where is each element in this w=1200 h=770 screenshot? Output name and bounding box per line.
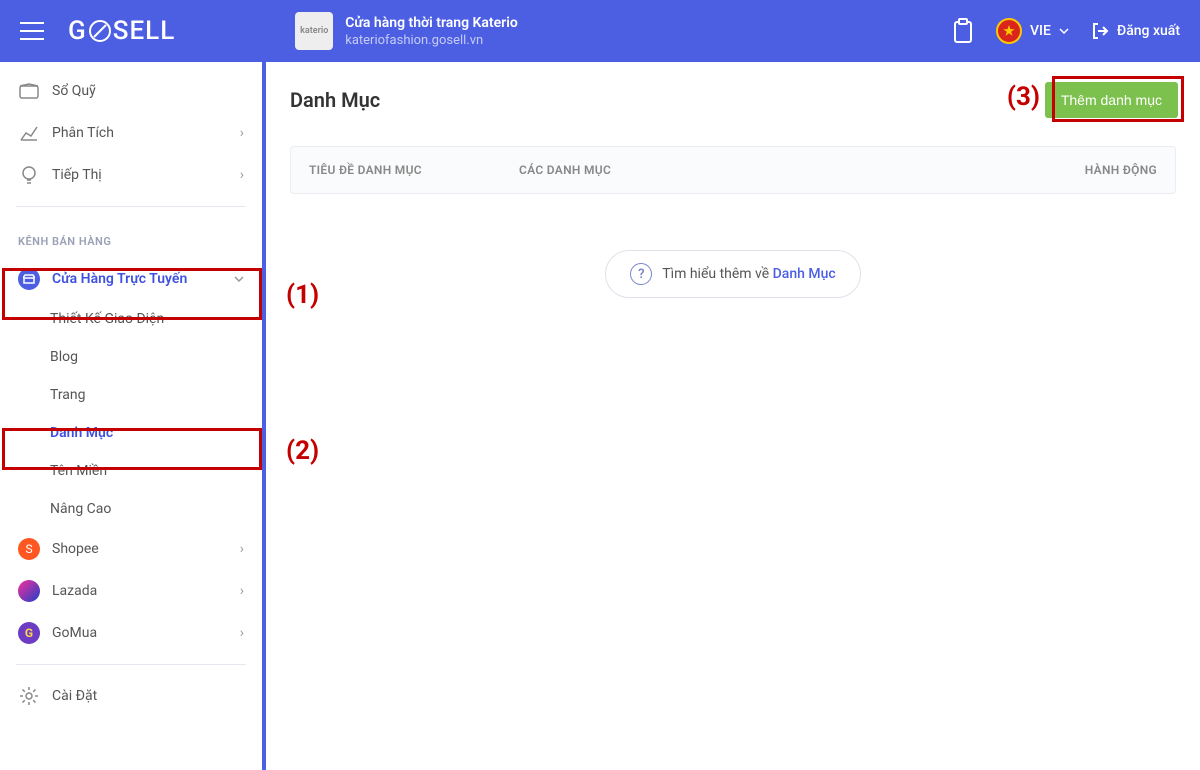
sidebar-sub-trang[interactable]: Trang — [0, 376, 262, 414]
sidebar-item-tiep-thi[interactable]: Tiếp Thị › — [0, 154, 262, 196]
annotation-label-2: (2) — [286, 436, 319, 466]
sidebar-item-label: Shopee — [52, 541, 99, 557]
chevron-down-icon — [234, 276, 244, 282]
chevron-right-icon: › — [240, 625, 244, 641]
analytics-icon — [18, 122, 40, 144]
page-title: Danh Mục — [290, 88, 1176, 112]
sidebar-sub-nang-cao[interactable]: Nâng Cao — [0, 490, 262, 528]
store-thumb-icon: katerio — [295, 12, 333, 50]
store-icon — [18, 268, 40, 290]
logout-button[interactable]: Đăng xuất — [1091, 22, 1180, 40]
flag-vn-icon — [996, 18, 1022, 44]
sidebar-item-shopee[interactable]: S Shopee › — [0, 528, 262, 570]
sidebar-item-label: Tiếp Thị — [52, 167, 102, 183]
gomua-icon: G — [18, 622, 40, 644]
language-selector[interactable]: VIE — [996, 18, 1069, 44]
clipboard-icon[interactable] — [952, 18, 974, 44]
sidebar-item-so-quy[interactable]: Sổ Quỹ — [0, 70, 262, 112]
divider — [16, 664, 246, 665]
gear-icon — [18, 685, 40, 707]
sidebar-item-phan-tich[interactable]: Phân Tích › — [0, 112, 262, 154]
sidebar-item-online-store[interactable]: Cửa Hàng Trực Tuyến — [0, 258, 262, 300]
store-info[interactable]: katerio Cửa hàng thời trang Katerio kate… — [295, 12, 518, 50]
lazada-icon — [18, 580, 40, 602]
sidebar-item-label: GoMua — [52, 625, 97, 641]
sidebar-item-label: Sổ Quỹ — [52, 83, 96, 99]
chevron-right-icon: › — [240, 583, 244, 599]
bulb-icon — [18, 164, 40, 186]
learn-more-prefix: Tìm hiểu thêm về — [662, 266, 772, 282]
chevron-right-icon: › — [240, 167, 244, 183]
learn-more-target: Danh Mục — [773, 266, 836, 282]
chevron-right-icon: › — [240, 541, 244, 557]
logout-label: Đăng xuất — [1117, 23, 1180, 39]
sidebar-sub-ten-mien[interactable]: Tên Miền — [0, 452, 262, 490]
sidebar-item-lazada[interactable]: Lazada › — [0, 570, 262, 612]
main-content: Danh Mục Thêm danh mục (3) (1) (2) TIÊU … — [266, 62, 1200, 770]
divider — [16, 206, 246, 207]
wallet-icon — [18, 80, 40, 102]
lang-label: VIE — [1030, 23, 1051, 39]
annotation-label-1: (1) — [286, 280, 319, 310]
annotation-label-3: (3) — [1007, 82, 1040, 112]
help-icon: ? — [630, 263, 652, 285]
sidebar-sub-danh-muc[interactable]: Danh Mục — [0, 414, 262, 452]
sidebar-sub-thiet-ke[interactable]: Thiết Kế Giao Diện — [0, 300, 262, 338]
sidebar-item-label: Cài Đặt — [52, 688, 97, 704]
store-url: kateriofashion.gosell.vn — [345, 33, 518, 48]
store-name: Cửa hàng thời trang Katerio — [345, 14, 518, 32]
col-title: TIÊU ĐỀ DANH MỤC — [309, 163, 519, 177]
sidebar-item-settings[interactable]: Cài Đặt — [0, 675, 262, 717]
sidebar-item-label: Cửa Hàng Trực Tuyến — [52, 271, 187, 287]
top-header: GSELL katerio Cửa hàng thời trang Kateri… — [0, 0, 1200, 62]
menu-toggle-icon[interactable] — [20, 22, 44, 40]
sidebar-item-label: Phân Tích — [52, 125, 114, 141]
sidebar: Sổ Quỹ Phân Tích › Tiếp Thị › KÊNH BÁN H… — [0, 62, 266, 770]
sidebar-item-gomua[interactable]: G GoMua › — [0, 612, 262, 654]
chevron-down-icon — [1059, 28, 1069, 34]
col-action: HÀNH ĐỘNG — [1047, 163, 1157, 177]
add-category-button[interactable]: Thêm danh mục — [1045, 82, 1178, 118]
sidebar-section-title: KÊNH BÁN HÀNG — [0, 217, 262, 258]
sidebar-item-label: Lazada — [52, 583, 97, 599]
chevron-right-icon: › — [240, 125, 244, 141]
shopee-icon: S — [18, 538, 40, 560]
learn-more-link[interactable]: ? Tìm hiểu thêm về Danh Mục — [605, 250, 860, 298]
app-logo[interactable]: GSELL — [68, 16, 175, 46]
category-table-header: TIÊU ĐỀ DANH MỤC CÁC DANH MỤC HÀNH ĐỘNG — [290, 146, 1176, 194]
sidebar-sub-blog[interactable]: Blog — [0, 338, 262, 376]
logout-icon — [1091, 22, 1109, 40]
col-categories: CÁC DANH MỤC — [519, 163, 1047, 177]
